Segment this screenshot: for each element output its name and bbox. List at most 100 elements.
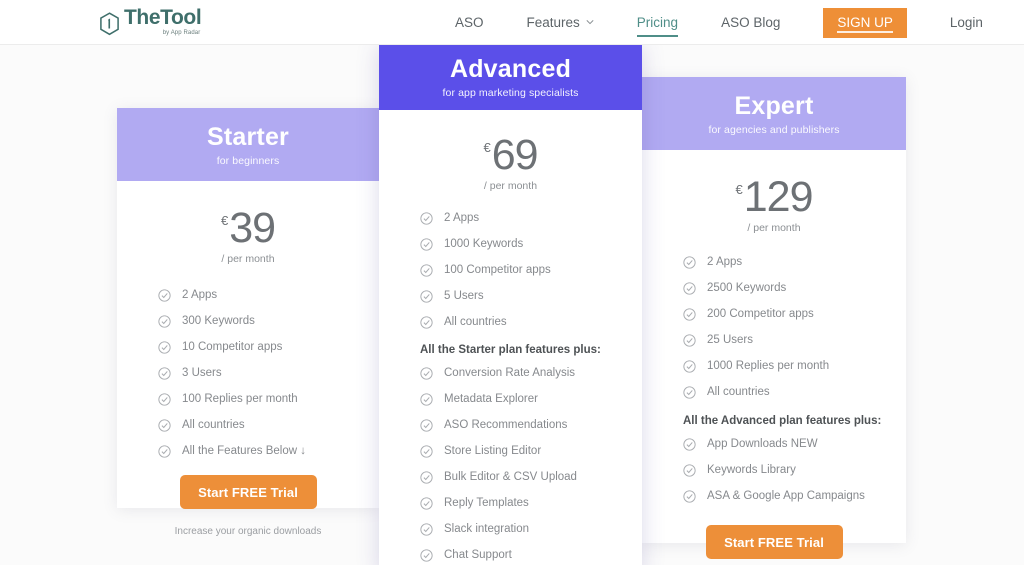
nav-links: ASO Features Pricing ASO Blog SIGN UP Lo… [455, 0, 983, 45]
feature-item: Bulk Editor & CSV Upload [420, 467, 642, 487]
check-circle-icon [420, 237, 433, 251]
feature-item: ASO Recommendations [420, 415, 642, 435]
site-logo[interactable]: TheTool by App Radar [99, 6, 202, 36]
feature-label: All countries [182, 419, 245, 431]
feature-label: Reply Templates [444, 497, 529, 509]
plan-header: Starter for beginners [117, 108, 379, 181]
plan-tagline: for app marketing specialists [442, 87, 579, 99]
feature-item: 2 Apps [683, 252, 906, 272]
feature-label: 10 Competitor apps [182, 341, 283, 353]
check-circle-icon [683, 359, 696, 373]
feature-label: 100 Competitor apps [444, 264, 551, 276]
price-period: / per month [221, 253, 275, 265]
feature-item: 10 Competitor apps [158, 337, 379, 357]
nav-item-label: ASO Blog [721, 15, 781, 30]
plan-price-block: € 69 / per month [379, 110, 642, 196]
feature-item: 100 Competitor apps [420, 260, 642, 280]
price-period: / per month [747, 222, 801, 234]
plan-tagline: for beginners [216, 155, 280, 167]
feature-label: App Downloads NEW [707, 438, 818, 450]
plan-price-block: € 39 / per month [117, 181, 379, 269]
check-circle-icon [420, 366, 433, 380]
feature-label: All the Features Below ↓ [182, 445, 307, 457]
currency-symbol: € [483, 140, 491, 155]
price-amount: 129 [743, 173, 814, 221]
feature-item: 2500 Keywords [683, 278, 906, 298]
nav-item-login[interactable]: Login [950, 0, 983, 45]
plan-name: Expert [734, 92, 814, 120]
top-navigation-bar: TheTool by App Radar ASO Features Pricin… [0, 0, 1024, 45]
feature-item: 1000 Keywords [420, 234, 642, 254]
plan-tagline: for agencies and publishers [708, 124, 840, 136]
feature-label: 2 Apps [444, 212, 480, 224]
check-circle-icon [420, 522, 433, 536]
feature-item: 25 Users [683, 330, 906, 350]
feature-item: ASA & Google App Campaigns [683, 486, 906, 506]
check-circle-icon [420, 470, 433, 484]
pricing-card-starter: Starter for beginners € 39 / per month 2… [117, 108, 379, 537]
check-circle-icon [683, 437, 696, 451]
feature-item: 300 Keywords [158, 311, 379, 331]
check-circle-icon [420, 263, 433, 277]
feature-item: 2 Apps [158, 285, 379, 305]
plan-note: Increase your organic downloads [174, 526, 322, 537]
nav-item-aso[interactable]: ASO [455, 0, 484, 45]
feature-label: Slack integration [444, 523, 530, 535]
feature-label: Keywords Library [707, 464, 796, 476]
feature-label: 1000 Replies per month [707, 360, 830, 372]
feature-label: 2 Apps [182, 289, 218, 301]
feature-item: Conversion Rate Analysis [420, 363, 642, 383]
feature-list: 2 Apps 1000 Keywords 100 Competitor apps… [420, 208, 642, 565]
feature-label: 2500 Keywords [707, 282, 787, 294]
check-circle-icon [420, 496, 433, 510]
logo-wordmark: TheTool [124, 6, 202, 29]
feature-item: 3 Users [158, 363, 379, 383]
nav-item-pricing[interactable]: Pricing [636, 0, 679, 45]
feature-label: All countries [444, 316, 507, 328]
extra-features-heading: All the Advanced plan features plus: [683, 415, 882, 427]
check-circle-icon [158, 288, 171, 302]
feature-label: Chat Support [444, 549, 512, 561]
nav-item-aso-blog[interactable]: ASO Blog [721, 0, 780, 45]
check-circle-icon [158, 340, 171, 354]
feature-label: ASO Recommendations [444, 419, 568, 431]
check-circle-icon [683, 281, 696, 295]
plan-name: Advanced [449, 55, 572, 83]
nav-item-features[interactable]: Features [527, 0, 594, 45]
currency-symbol: € [220, 213, 229, 228]
feature-label: Bulk Editor & CSV Upload [444, 471, 577, 483]
pricing-card-expert: Expert for agencies and publishers € 129… [642, 77, 906, 559]
check-circle-icon [158, 444, 171, 458]
start-free-trial-button[interactable]: Start FREE Trial [705, 525, 843, 559]
check-circle-icon [420, 315, 433, 329]
feature-item: Reply Templates [420, 493, 642, 513]
nav-item-label: Pricing [636, 15, 679, 30]
feature-item: Keywords Library [683, 460, 906, 480]
feature-item: App Downloads NEW [683, 434, 906, 454]
check-circle-icon [420, 392, 433, 406]
feature-list: 2 Apps 300 Keywords 10 Competitor apps 3… [158, 285, 379, 461]
nav-item-label: ASO [455, 15, 484, 30]
feature-item: 100 Replies per month [158, 389, 379, 409]
check-circle-icon [158, 392, 171, 406]
check-circle-icon [158, 418, 171, 432]
feature-label: Conversion Rate Analysis [444, 367, 576, 379]
feature-item: Store Listing Editor [420, 441, 642, 461]
feature-item: 1000 Replies per month [683, 356, 906, 376]
feature-item: All the Features Below ↓ [158, 441, 379, 461]
feature-label: 2 Apps [707, 256, 743, 268]
feature-label: All countries [707, 386, 770, 398]
check-circle-icon [420, 444, 433, 458]
plan-header: Expert for agencies and publishers [642, 77, 906, 150]
check-circle-icon [683, 307, 696, 321]
feature-item: Chat Support [420, 545, 642, 565]
sign-up-button[interactable]: SIGN UP [823, 7, 907, 38]
price-amount: 69 [491, 131, 539, 179]
plan-header: Advanced for app marketing specialists [379, 43, 642, 110]
nav-item-label: Features [526, 15, 580, 30]
check-circle-icon [420, 289, 433, 303]
check-circle-icon [683, 489, 696, 503]
feature-label: 5 Users [444, 290, 484, 302]
feature-label: 300 Keywords [182, 315, 255, 327]
start-free-trial-button[interactable]: Start FREE Trial [179, 475, 317, 509]
